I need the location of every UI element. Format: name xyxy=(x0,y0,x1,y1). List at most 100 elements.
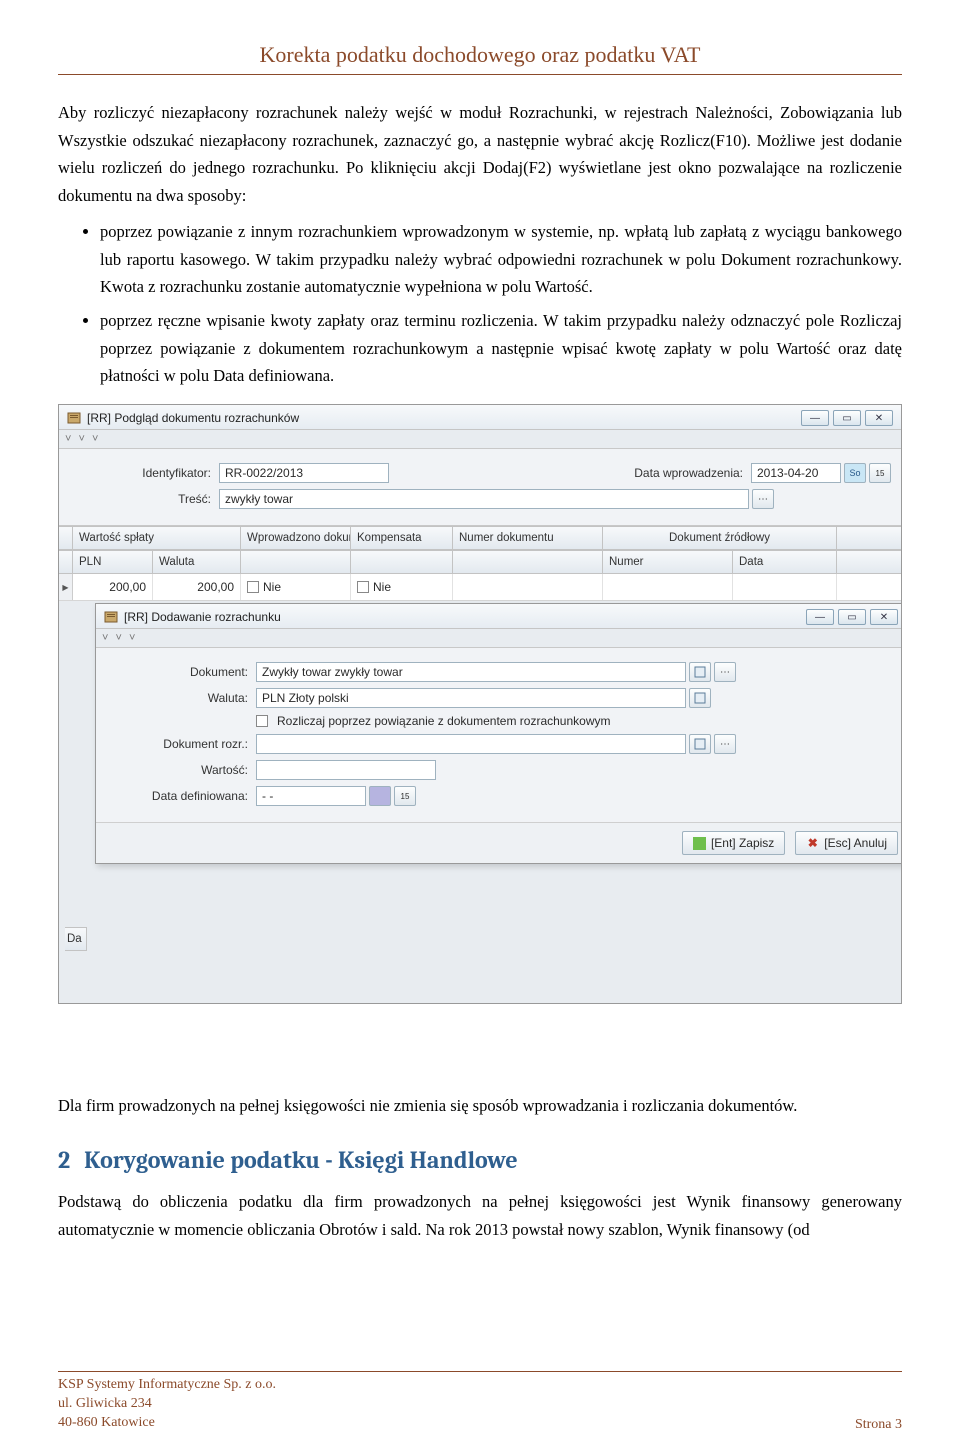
bullet-2: poprzez ręczne wpisanie kwoty zapłaty or… xyxy=(100,307,902,390)
checkbox-icon xyxy=(357,581,369,593)
grid-header-row1: Wartość spłaty Wprowadzono dokument Komp… xyxy=(59,526,901,550)
app-icon xyxy=(67,411,81,425)
col-wartosc-splaty[interactable]: Wartość spłaty xyxy=(73,527,241,549)
header-rule xyxy=(58,74,902,75)
waluta-field[interactable]: PLN Złoty polski xyxy=(256,688,686,708)
dokument-rozr-lookup-button[interactable] xyxy=(689,734,711,754)
inner-maximize-button[interactable]: ▭ xyxy=(838,609,866,625)
outer-form-area: Identyfikator: RR-0022/2013 Data wprowad… xyxy=(59,449,901,526)
subcol-data[interactable]: Data xyxy=(733,551,837,573)
intro-paragraph: Aby rozliczyć niezapłacony rozrachunek n… xyxy=(58,99,902,210)
subcol-dokument xyxy=(241,551,351,573)
cell-numer-dok xyxy=(453,574,603,600)
bullet-1: poprzez powiązanie z innym rozrachunkiem… xyxy=(100,218,902,301)
tresc-dots-button[interactable]: ⋯ xyxy=(752,489,774,509)
section-2-body: Podstawą do obliczenia podatku dla firm … xyxy=(58,1188,902,1243)
cancel-button[interactable]: ✖ [Esc] Anuluj xyxy=(795,831,898,855)
calendar-icon[interactable]: 15 xyxy=(869,463,891,483)
minimize-button[interactable]: — xyxy=(801,410,829,426)
footer-rule xyxy=(58,1371,902,1372)
data-wprowadzenia-label: Data wprowadzenia: xyxy=(634,466,751,480)
inner-chevron-row[interactable]: ˅ ˅ ˅ xyxy=(96,629,902,648)
section-2-title: Korygowanie podatku - Księgi Handlowe xyxy=(84,1146,518,1174)
table-row[interactable]: ▶ 200,00 200,00 Nie Nie xyxy=(59,574,901,601)
maximize-button[interactable]: ▭ xyxy=(833,410,861,426)
subcol-numer[interactable]: Numer xyxy=(603,551,733,573)
col-kompensata[interactable]: Kompensata xyxy=(351,527,453,549)
col-dokument-zrodlowy[interactable]: Dokument źródłowy xyxy=(603,527,837,549)
wartosc-label: Wartość: xyxy=(106,763,256,777)
page-footer: KSP Systemy Informatyczne Sp. z o.o. ul.… xyxy=(58,1371,902,1433)
cancel-button-label: [Esc] Anuluj xyxy=(824,836,887,850)
row-marker-icon: ▶ xyxy=(59,574,73,600)
app-icon xyxy=(104,610,118,624)
after-screenshot-text: Dla firm prowadzonych na pełnej księgowo… xyxy=(58,1092,902,1120)
close-button[interactable]: ✕ xyxy=(865,410,893,426)
data-def-calendar-icon[interactable]: 15 xyxy=(394,786,416,806)
save-button[interactable]: [Ent] Zapisz xyxy=(682,831,785,855)
outer-window-title: [RR] Podgląd dokumentu rozrachunków xyxy=(87,411,801,425)
dokument-rozr-field[interactable] xyxy=(256,734,686,754)
dokument-rozr-label: Dokument rozr.: xyxy=(106,737,256,751)
wartosc-field[interactable] xyxy=(256,760,436,780)
cell-kompensata: Nie xyxy=(351,574,453,600)
col-wprowadzono[interactable]: Wprowadzono dokument xyxy=(241,527,351,549)
dokument-label: Dokument: xyxy=(106,665,256,679)
cancel-icon: ✖ xyxy=(806,837,819,850)
dokument-rozr-dots-button[interactable]: ⋯ xyxy=(714,734,736,754)
inner-window-controls: — ▭ ✕ xyxy=(806,609,898,625)
section-2-number: 2 xyxy=(58,1146,70,1174)
inner-dialog: [RR] Dodawanie rozrachunku — ▭ ✕ ˅ ˅ ˅ D… xyxy=(95,603,902,864)
cell-wprowadzono: Nie xyxy=(241,574,351,600)
inner-minimize-button[interactable]: — xyxy=(806,609,834,625)
outer-chevron-row[interactable]: ˅ ˅ ˅ xyxy=(59,430,901,449)
inner-window-title: [RR] Dodawanie rozrachunku xyxy=(124,610,806,624)
identyfikator-field[interactable]: RR-0022/2013 xyxy=(219,463,389,483)
tresc-field[interactable]: zwykły towar xyxy=(219,489,749,509)
outer-window-controls: — ▭ ✕ xyxy=(801,410,893,426)
waluta-lookup-button[interactable] xyxy=(689,688,711,708)
inner-window-titlebar: [RR] Dodawanie rozrachunku — ▭ ✕ xyxy=(96,604,902,629)
screenshot-area: [RR] Podgląd dokumentu rozrachunków — ▭ … xyxy=(58,404,902,1004)
footer-left: KSP Systemy Informatyczne Sp. z o.o. ul.… xyxy=(58,1376,276,1433)
dokument-field[interactable]: Zwykły towar zwykły towar xyxy=(256,662,686,682)
intro-text: Aby rozliczyć niezapłacony rozrachunek n… xyxy=(58,99,902,210)
outer-window-titlebar: [RR] Podgląd dokumentu rozrachunków — ▭ … xyxy=(59,405,901,430)
section-2-para: Podstawą do obliczenia podatku dla firm … xyxy=(58,1188,902,1243)
footer-line3: 40-860 Katowice xyxy=(58,1414,276,1433)
after-text: Dla firm prowadzonych na pełnej księgowo… xyxy=(58,1092,902,1120)
cell-numer xyxy=(603,574,733,600)
footer-line1: KSP Systemy Informatyczne Sp. z o.o. xyxy=(58,1376,276,1395)
tresc-label: Treść: xyxy=(69,492,219,506)
inner-form-area: Dokument: Zwykły towar zwykły towar ⋯ Wa… xyxy=(96,648,902,822)
save-icon xyxy=(693,837,706,850)
footer-line2: ul. Gliwicka 234 xyxy=(58,1395,276,1414)
page-header-title: Korekta podatku dochodowego oraz podatku… xyxy=(58,42,902,74)
rozliczaj-text: Rozliczaj poprzez powiązanie z dokumente… xyxy=(277,714,610,728)
data-definiowana-field[interactable]: - - xyxy=(256,786,366,806)
subcol-empty xyxy=(453,551,603,573)
section-2-heading: 2 Korygowanie podatku - Księgi Handlowe xyxy=(58,1146,902,1174)
rozliczaj-checkbox-label[interactable]: Rozliczaj poprzez powiązanie z dokumente… xyxy=(256,714,610,728)
footer-page-number: Strona 3 xyxy=(855,1417,902,1433)
cell-waluta: 200,00 xyxy=(153,574,241,600)
cell-pln: 200,00 xyxy=(73,574,153,600)
bullet-list: poprzez powiązanie z innym rozrachunkiem… xyxy=(100,218,902,390)
grid-header-row2: PLN Waluta Numer Data xyxy=(59,550,901,574)
col-numer-dokumentu[interactable]: Numer dokumentu xyxy=(453,527,603,549)
subcol-pln[interactable]: PLN xyxy=(73,551,153,573)
dokument-dots-button[interactable]: ⋯ xyxy=(714,662,736,682)
subcol-komp xyxy=(351,551,453,573)
waluta-label: Waluta: xyxy=(106,691,256,705)
clipped-column-label: Da xyxy=(65,927,87,951)
inner-action-bar: [Ent] Zapisz ✖ [Esc] Anuluj xyxy=(96,822,902,863)
checkbox-icon xyxy=(247,581,259,593)
inner-close-button[interactable]: ✕ xyxy=(870,609,898,625)
rozliczaj-checkbox[interactable] xyxy=(256,715,268,727)
data-definiowana-label: Data definiowana: xyxy=(106,789,256,803)
dokument-lookup-button[interactable] xyxy=(689,662,711,682)
subcol-waluta[interactable]: Waluta xyxy=(153,551,241,573)
data-wprowadzenia-field[interactable]: 2013-04-20 xyxy=(751,463,841,483)
identyfikator-label: Identyfikator: xyxy=(69,466,219,480)
day-of-week-badge: So xyxy=(844,463,866,483)
